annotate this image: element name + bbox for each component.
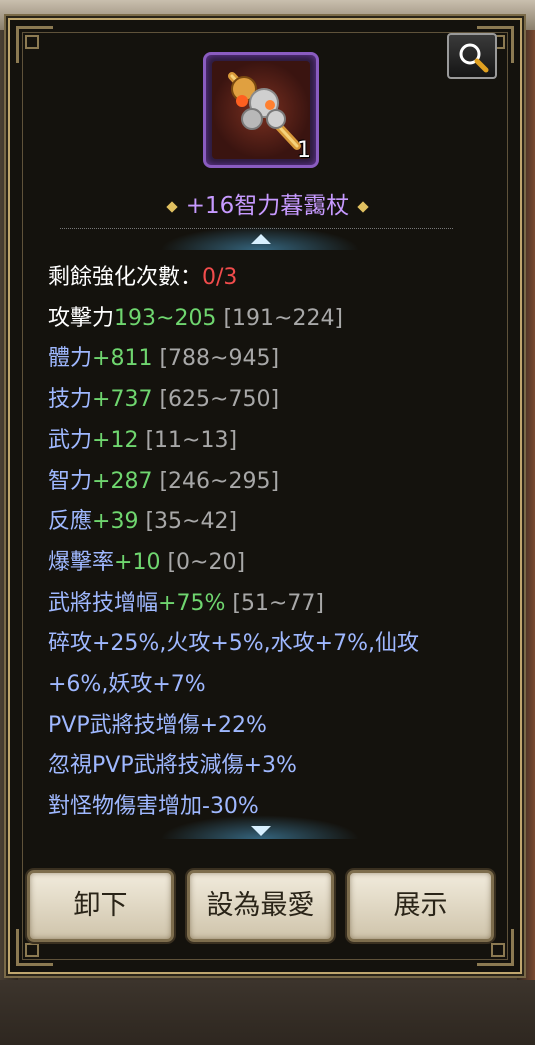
enhance-label: 剩餘強化次數： — [48, 265, 203, 290]
magnifier-icon — [459, 43, 489, 73]
stat-label: 爆擊率 — [48, 549, 115, 575]
stat-label: 體力 — [48, 346, 93, 372]
extra-attribute-line: 忽視PVP武將技減傷+3% — [48, 753, 297, 779]
attack-value: 193~205 — [114, 305, 217, 331]
stat-range: [51~77] — [232, 590, 324, 616]
stat-label: 武力 — [48, 427, 93, 453]
arrow-up-icon[interactable] — [251, 234, 271, 244]
stat-range: [35~42] — [145, 509, 238, 535]
stat-value: +12 — [92, 427, 139, 453]
enhance-value: 0/3 — [202, 265, 238, 290]
stat-row: 武力+12 [11~13] — [48, 421, 488, 462]
stat-value: +287 — [92, 468, 153, 494]
stat-value: +39 — [92, 509, 139, 535]
show-button[interactable]: 展示 — [347, 870, 494, 942]
stat-label: 智力 — [48, 468, 93, 494]
attack-label: 攻擊力 — [48, 305, 115, 331]
diamond-icon — [357, 200, 369, 213]
background-bottom — [0, 980, 535, 1045]
attack-range: [191~224] — [223, 305, 344, 331]
extra-attribute-line: +6%,妖攻+7% — [48, 672, 206, 698]
stat-range: [11~13] — [145, 427, 238, 453]
item-count: 1 — [297, 138, 311, 163]
item-icon-slot: 1 — [203, 52, 319, 168]
corner-ornament — [16, 26, 53, 63]
stat-row: 反應+39 [35~42] — [48, 502, 488, 543]
stat-value: +75% — [158, 590, 226, 616]
extra-attribute-line: PVP武將技增傷+22% — [48, 712, 267, 738]
stat-value: +737 — [92, 387, 153, 413]
stat-value: +811 — [92, 346, 153, 372]
stats-list: 剩餘強化次數：0/3 攻擊力193~205 [191~224] 體力+811 [… — [48, 258, 488, 828]
stat-row: 武將技增幅+75% [51~77] — [48, 584, 488, 625]
zoom-button[interactable] — [447, 33, 497, 79]
arrow-down-icon[interactable] — [251, 826, 271, 836]
stat-row: 體力+811 [788~945] — [48, 339, 488, 380]
stat-label: 反應 — [48, 509, 93, 535]
stat-range: [625~750] — [159, 387, 280, 413]
stat-row: 爆擊率+10 [0~20] — [48, 543, 488, 584]
diamond-icon — [166, 200, 178, 213]
stat-range: [788~945] — [159, 346, 280, 372]
stat-label: 武將技增幅 — [48, 590, 159, 616]
extra-attribute-line: 碎攻+25%,火攻+5%,水攻+7%,仙攻 — [48, 631, 419, 657]
staff-icon-graphic — [228, 72, 301, 150]
stat-row: 智力+287 [246~295] — [48, 462, 488, 503]
enhance-remaining-row: 剩餘強化次數：0/3 — [48, 258, 488, 299]
item-title: +16智力暮靄杖 — [0, 186, 535, 220]
stat-range: [246~295] — [159, 468, 280, 494]
stat-range: [0~20] — [167, 549, 246, 575]
stat-label: 技力 — [48, 387, 93, 413]
set-favorite-button[interactable]: 設為最愛 — [187, 870, 334, 942]
attack-row: 攻擊力193~205 [191~224] — [48, 299, 488, 340]
stat-row: 技力+737 [625~750] — [48, 380, 488, 421]
stat-value: +10 — [114, 549, 161, 575]
staff-icon — [212, 61, 310, 159]
unequip-button[interactable]: 卸下 — [27, 870, 174, 942]
item-name: +16智力暮靄杖 — [185, 193, 350, 219]
